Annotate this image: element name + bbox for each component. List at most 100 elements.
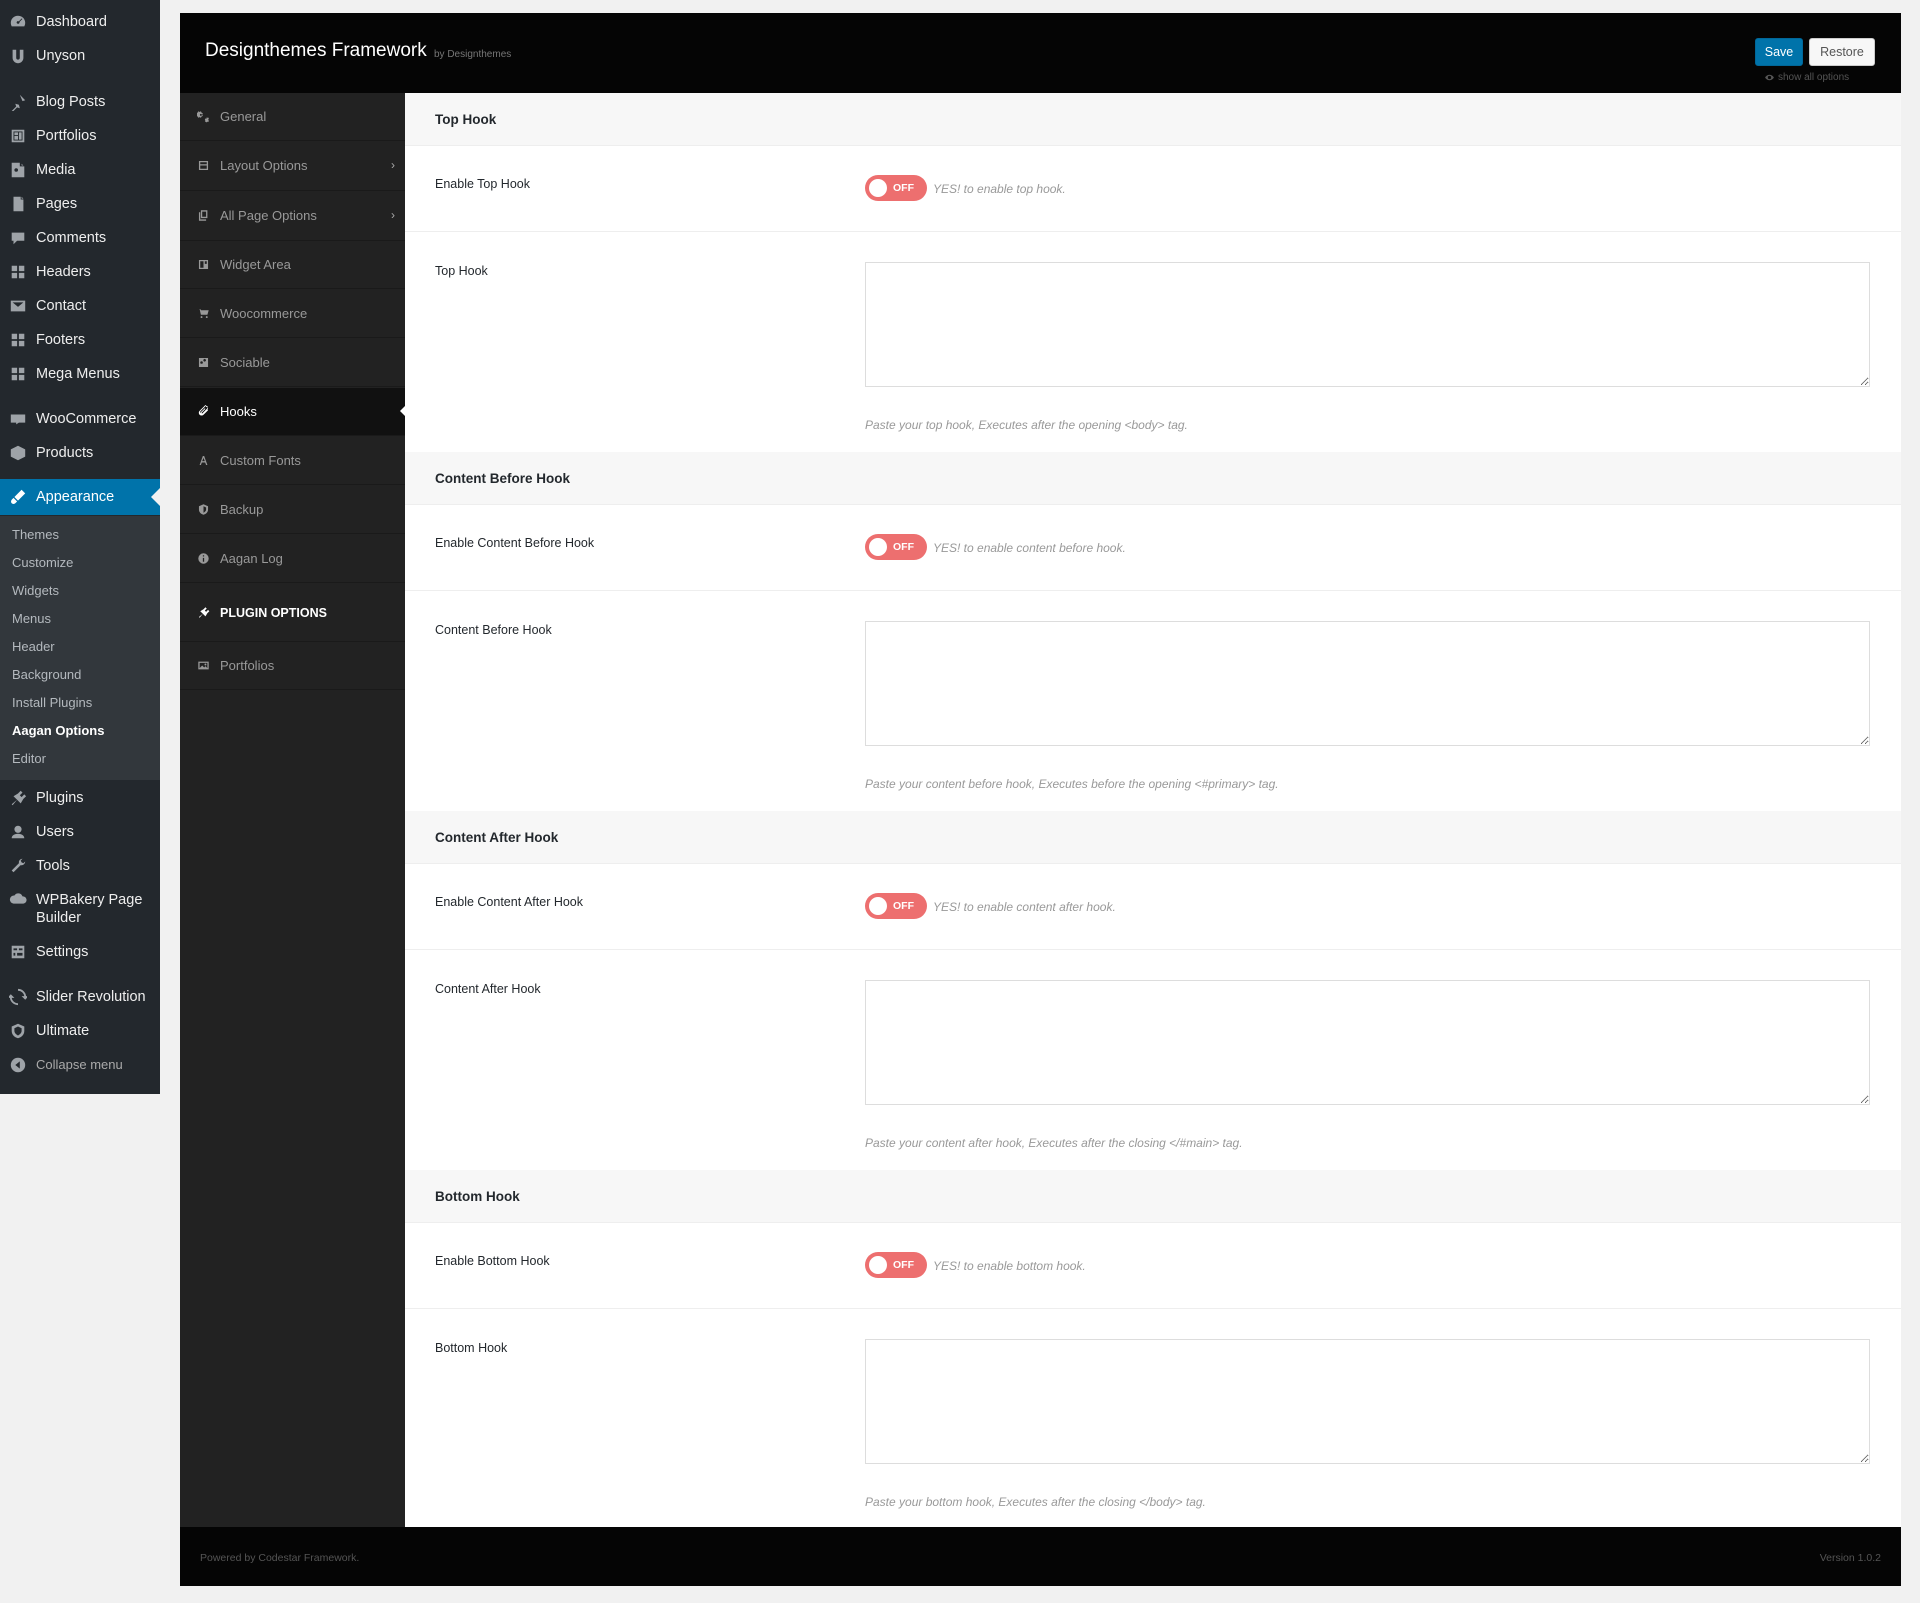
nav-sociable[interactable]: Sociable xyxy=(180,339,405,387)
bottom-hook-textarea[interactable] xyxy=(865,1339,1870,1464)
nav-custom-fonts[interactable]: Custom Fonts xyxy=(180,437,405,485)
submenu-themes[interactable]: Themes xyxy=(12,527,59,542)
users-icon xyxy=(0,823,36,841)
chevron-right-icon: › xyxy=(391,158,395,172)
enable-bottom-hook-toggle[interactable]: OFF xyxy=(865,1252,927,1278)
wp-menu-products[interactable]: Products xyxy=(0,443,160,463)
wp-menu-tools[interactable]: Tools xyxy=(0,856,160,876)
submenu-aagan-options[interactable]: Aagan Options xyxy=(12,723,104,738)
wp-menu-label: WPBakery Page xyxy=(36,892,143,908)
top-hook-textarea[interactable] xyxy=(865,262,1870,387)
wp-menu-collapse[interactable]: Collapse menu xyxy=(0,1055,160,1075)
wp-menu-unyson[interactable]: Unyson xyxy=(0,46,160,66)
nav-general[interactable]: General xyxy=(180,93,405,141)
wp-menu-contact[interactable]: Contact xyxy=(0,296,160,316)
wp-menu-ultimate[interactable]: Ultimate xyxy=(0,1021,160,1041)
wp-menu-label: Footers xyxy=(36,332,86,348)
nav-backup[interactable]: Backup xyxy=(180,486,405,534)
submenu-widgets[interactable]: Widgets xyxy=(12,583,59,598)
submenu-editor[interactable]: Editor xyxy=(12,751,46,766)
field-label: Enable Top Hook xyxy=(435,177,530,191)
nav-label: PLUGIN OPTIONS xyxy=(220,605,327,620)
mail-icon xyxy=(0,297,36,315)
toggle-state: OFF xyxy=(893,1259,914,1271)
wp-menu-pages[interactable]: Pages xyxy=(0,194,160,214)
toggle-knob xyxy=(869,538,887,556)
show-all-options-link[interactable]: show all options xyxy=(1764,72,1849,83)
products-icon xyxy=(0,444,36,462)
widget-icon xyxy=(180,258,220,271)
plug-icon xyxy=(180,606,220,619)
wp-menu-wpbakery[interactable]: WPBakery Page Builder xyxy=(0,891,160,927)
field-help: Paste your top hook, Executes after the … xyxy=(865,418,1188,432)
wp-menu-headers[interactable]: Headers xyxy=(0,262,160,282)
wp-menu-plugins[interactable]: Plugins xyxy=(0,788,160,808)
content-before-hook-textarea[interactable] xyxy=(865,621,1870,746)
wp-menu-blog-posts[interactable]: Blog Posts xyxy=(0,92,160,112)
field-label: Top Hook xyxy=(435,264,488,278)
restore-button[interactable]: Restore xyxy=(1809,38,1875,66)
field-help: Paste your content after hook, Executes … xyxy=(865,1136,1243,1150)
layout-icon xyxy=(180,159,220,172)
nav-woocommerce[interactable]: Woocommerce xyxy=(180,290,405,338)
nav-aagan-log[interactable]: Aagan Log xyxy=(180,535,405,583)
shield-icon xyxy=(0,1022,36,1040)
content-after-hook-textarea[interactable] xyxy=(865,980,1870,1105)
field-help: Paste your content before hook, Executes… xyxy=(865,777,1279,791)
section-heading: Top Hook xyxy=(405,93,1901,146)
nav-hooks[interactable]: Hooks xyxy=(180,388,406,436)
wp-menu-portfolios[interactable]: Portfolios xyxy=(0,126,160,146)
wp-menu-label: Users xyxy=(36,824,74,840)
cart-icon xyxy=(180,307,220,320)
nav-label: Portfolios xyxy=(220,658,275,673)
field-label: Enable Bottom Hook xyxy=(435,1254,550,1268)
section-heading: Content After Hook xyxy=(405,811,1901,864)
wp-menu-label: Mega Menus xyxy=(36,366,120,382)
enable-top-hook-toggle[interactable]: OFF xyxy=(865,175,927,201)
framework-nav: General Layout Options › All Page Option… xyxy=(180,93,406,1527)
submenu-background[interactable]: Background xyxy=(12,667,81,682)
paperclip-icon xyxy=(180,405,220,418)
nav-label: All Page Options xyxy=(220,208,317,223)
wp-menu-label: Blog Posts xyxy=(36,94,106,110)
panel-footer: Powered by Codestar Framework. Version 1… xyxy=(180,1527,1901,1586)
submenu-menus[interactable]: Menus xyxy=(12,611,51,626)
wp-menu-woocommerce[interactable]: WooCommerce xyxy=(0,409,160,429)
nav-widget-area[interactable]: Widget Area xyxy=(180,241,405,289)
nav-all-page-options[interactable]: All Page Options › xyxy=(180,191,405,241)
wp-menu-users[interactable]: Users xyxy=(0,822,160,842)
toggle-help: YES! to enable top hook. xyxy=(933,182,1066,196)
submenu-customize[interactable]: Customize xyxy=(12,555,73,570)
submenu-header[interactable]: Header xyxy=(12,639,55,654)
nav-layout-options[interactable]: Layout Options › xyxy=(180,141,405,191)
slider-icon xyxy=(0,988,36,1006)
nav-plugin-options-heading: PLUGIN OPTIONS xyxy=(180,584,405,642)
wp-menu-settings[interactable]: Settings xyxy=(0,942,160,962)
grid-icon xyxy=(0,331,36,349)
wp-menu-media[interactable]: Media xyxy=(0,160,160,180)
media-icon xyxy=(0,161,36,179)
wp-menu-mega-menus[interactable]: Mega Menus xyxy=(0,364,160,384)
wp-menu-dashboard[interactable]: Dashboard xyxy=(0,12,160,32)
submenu-install-plugins[interactable]: Install Plugins xyxy=(12,695,92,710)
toggle-knob xyxy=(869,179,887,197)
toggle-help: YES! to enable content after hook. xyxy=(933,900,1116,914)
toggle-state: OFF xyxy=(893,541,914,553)
toggle-state: OFF xyxy=(893,182,914,194)
save-button[interactable]: Save xyxy=(1755,38,1803,66)
enable-content-before-hook-toggle[interactable]: OFF xyxy=(865,534,927,560)
nav-portfolios[interactable]: Portfolios xyxy=(180,642,405,690)
wp-menu-footers[interactable]: Footers xyxy=(0,330,160,350)
enable-content-after-hook-toggle[interactable]: OFF xyxy=(865,893,927,919)
wp-menu-label: Slider Revolution xyxy=(36,989,146,1005)
comments-icon xyxy=(0,229,36,247)
toggle-knob xyxy=(869,897,887,915)
nav-label: Layout Options xyxy=(220,158,308,173)
wp-menu-label: Appearance xyxy=(36,489,115,505)
info-icon xyxy=(180,552,220,565)
grid-icon xyxy=(0,263,36,281)
wp-menu-comments[interactable]: Comments xyxy=(0,228,160,248)
wp-menu-appearance[interactable]: Appearance xyxy=(0,479,160,515)
wp-menu-slider-revolution[interactable]: Slider Revolution xyxy=(0,987,160,1007)
nav-label: Widget Area xyxy=(220,257,291,272)
